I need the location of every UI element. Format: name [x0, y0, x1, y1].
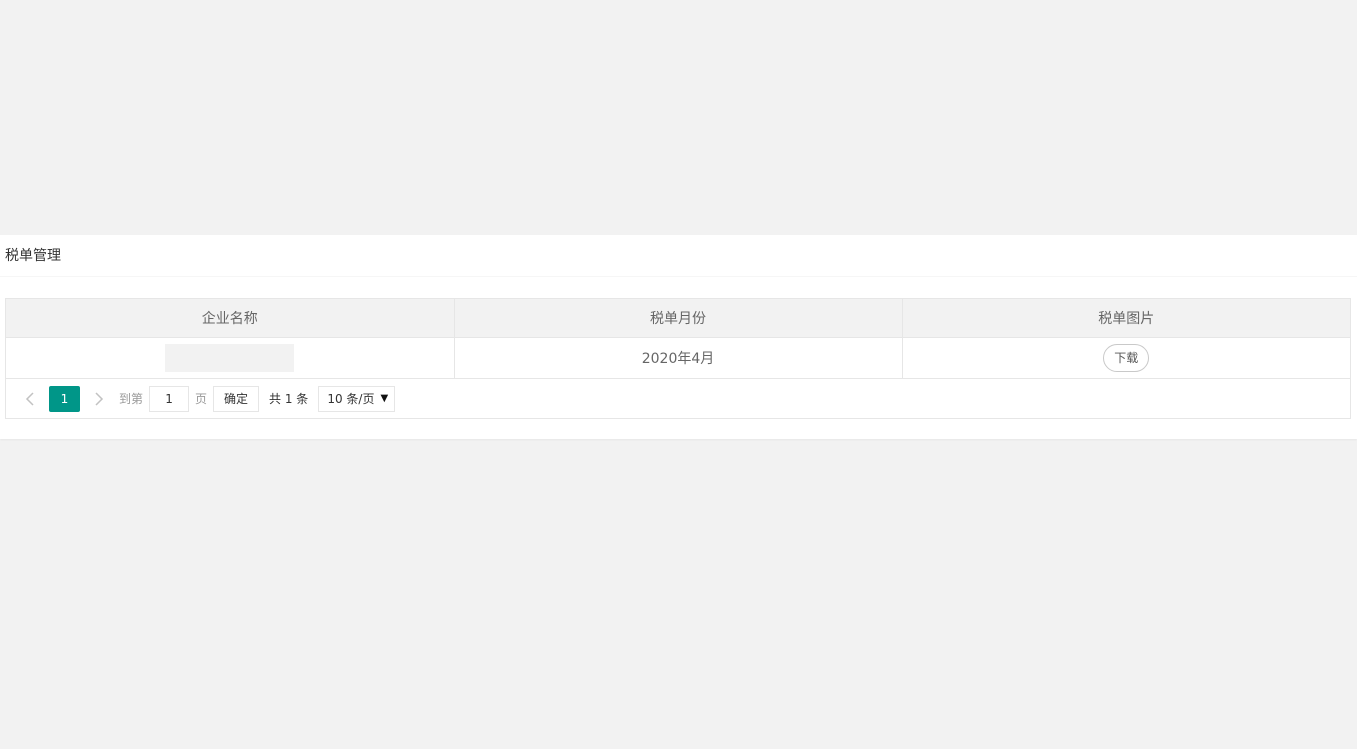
table-header-row: 企业名称 税单月份 税单图片 [6, 299, 1350, 338]
cell-month: 2020年4月 [454, 337, 903, 379]
confirm-jump-button[interactable]: 确定 [213, 385, 260, 412]
tax-table: 企业名称 税单月份 税单图片 2020年4月 下载 [6, 299, 1350, 379]
tax-management-card: 税单管理 企业名称 税单月份 税单图片 2020年4月 下载 1 到第 1 页 … [0, 235, 1357, 439]
column-header-company[interactable]: 企业名称 [6, 299, 455, 338]
page-size-value: 10 条/页 [327, 391, 375, 406]
tax-table-container: 企业名称 税单月份 税单图片 2020年4月 下载 1 到第 1 页 确定 共 … [5, 298, 1351, 419]
chevron-right-icon [95, 391, 104, 406]
cell-company [6, 337, 455, 379]
total-count: 共 1 条 [269, 392, 309, 406]
pagination: 1 到第 页 确定 共 1 条 10 条/页 ▼ [6, 379, 1350, 418]
goto-label: 到第 [119, 392, 144, 406]
page-jump-input[interactable] [149, 385, 190, 412]
page-number-current[interactable]: 1 [49, 385, 80, 412]
company-name-masked [165, 344, 295, 372]
prev-page-button[interactable] [16, 386, 44, 412]
download-button[interactable]: 下载 [1103, 344, 1150, 372]
column-header-month[interactable]: 税单月份 [454, 299, 903, 338]
next-page-button[interactable] [85, 386, 113, 412]
card-title: 税单管理 [0, 235, 1357, 277]
cell-image: 下载 [902, 337, 1350, 379]
table-row: 2020年4月 下载 [6, 337, 1350, 379]
column-header-image[interactable]: 税单图片 [902, 299, 1350, 338]
caret-down-icon: ▼ [380, 392, 389, 404]
page-unit-label: 页 [195, 392, 208, 406]
page-size-select[interactable]: 10 条/页 ▼ [318, 385, 396, 412]
chevron-left-icon [25, 391, 34, 406]
